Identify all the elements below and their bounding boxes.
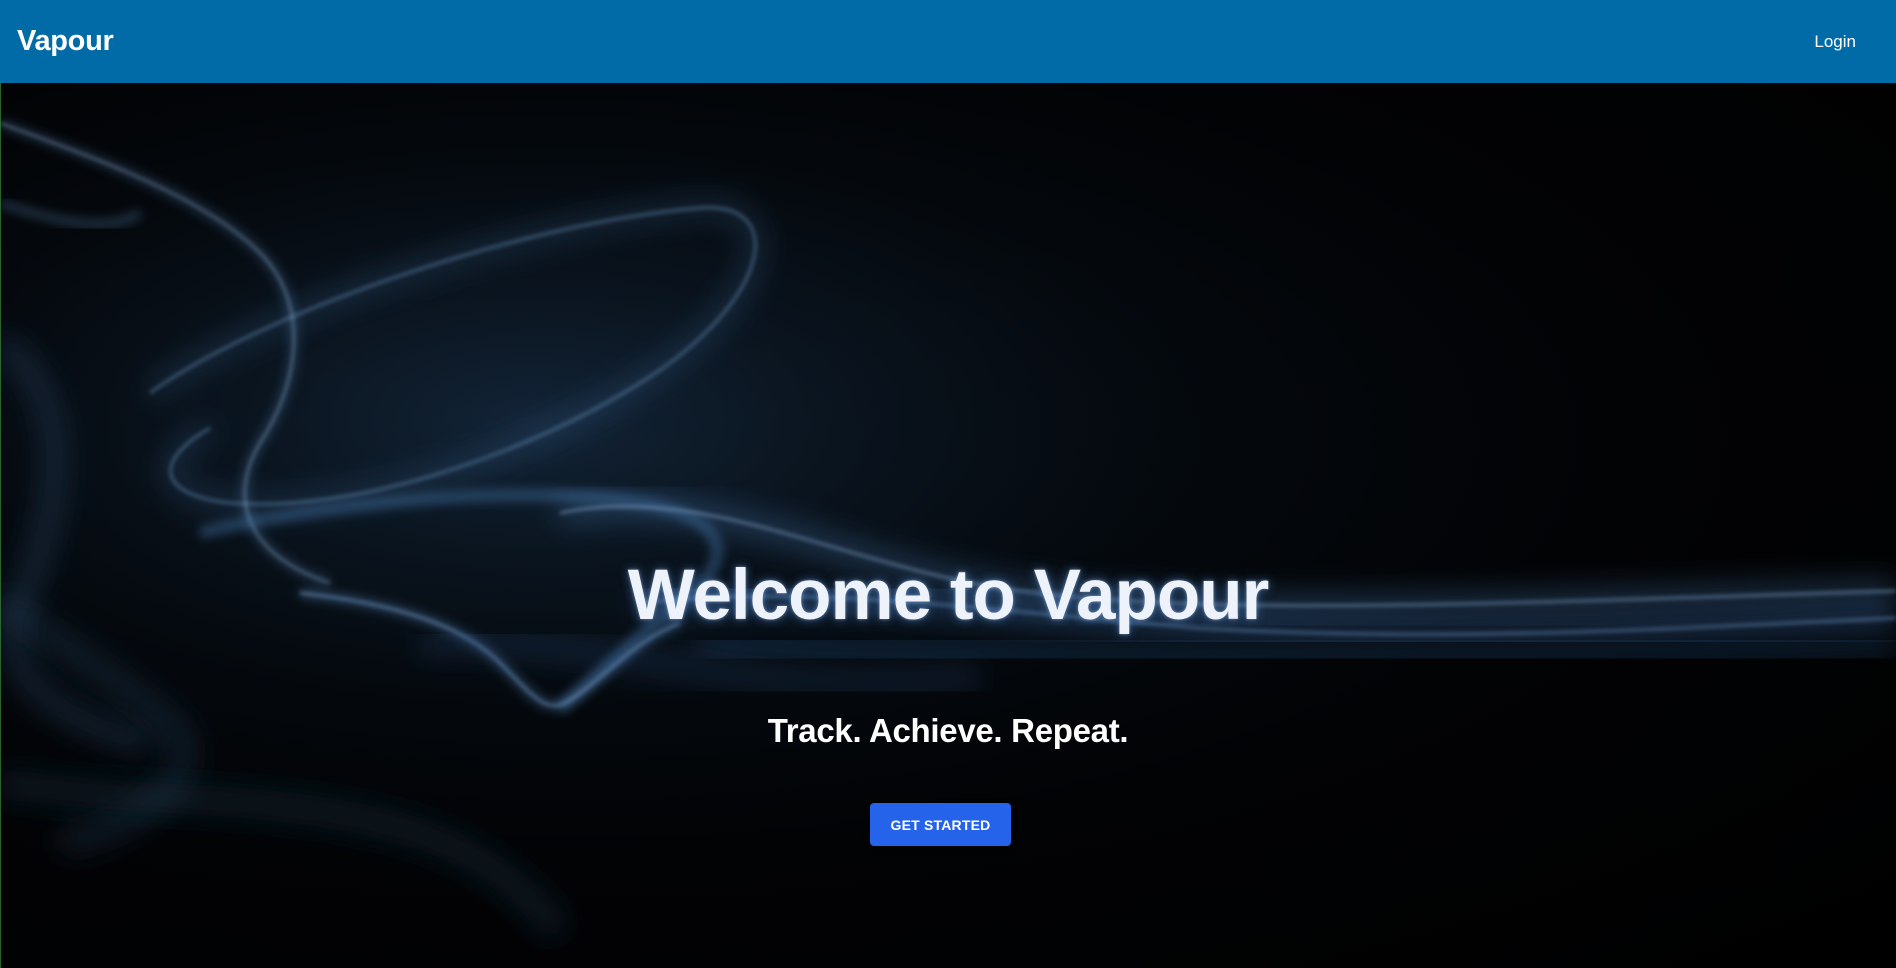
hero-section: Welcome to Vapour Track. Achieve. Repeat… [0,83,1896,968]
top-navbar: Vapour Login [0,0,1896,83]
login-link[interactable]: Login [1814,32,1856,52]
brand-logo[interactable]: Vapour [17,25,114,58]
hero-title: Welcome to Vapour [627,556,1270,635]
hero-tagline: Track. Achieve. Repeat. [767,712,1129,749]
get-started-button[interactable]: GET STARTED [870,803,1011,846]
app-root: Vapour Login Welcome to Vapour Track. Ac… [0,0,1896,968]
hero-content: Welcome to Vapour Track. Achieve. Repeat… [0,83,1896,968]
